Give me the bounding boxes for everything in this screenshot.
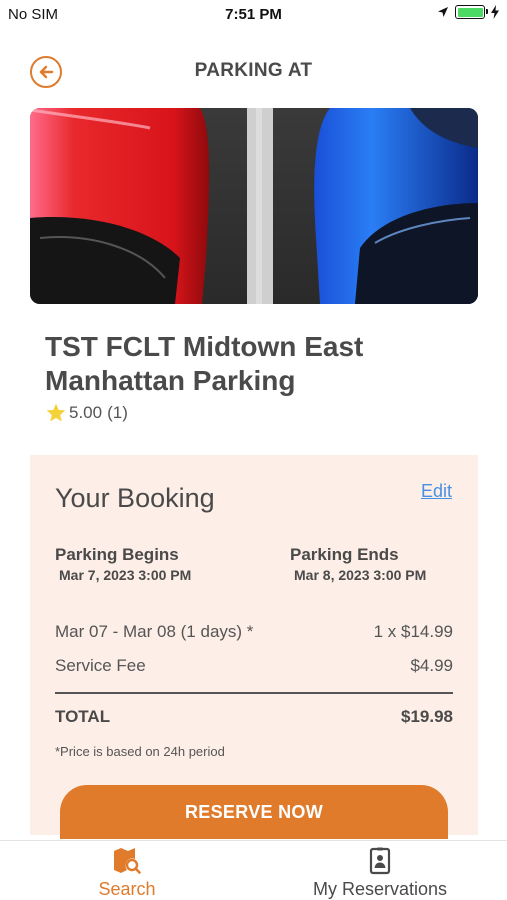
tab-bar: Search My Reservations bbox=[0, 840, 507, 900]
parking-begins-label: Parking Begins bbox=[55, 545, 179, 564]
price-footnote: *Price is based on 24h period bbox=[55, 744, 225, 759]
review-count: (1) bbox=[107, 403, 128, 422]
line-item-service-fee: Service Fee $4.99 bbox=[55, 656, 453, 676]
rating: 5.00 (1) bbox=[45, 402, 128, 424]
clock: 7:51 PM bbox=[225, 6, 282, 23]
divider bbox=[55, 692, 453, 694]
line-item-dates: Mar 07 - Mar 08 (1 days) * 1 x $14.99 bbox=[55, 622, 453, 642]
total-row: TOTAL $19.98 bbox=[55, 707, 453, 727]
booking-title: Your Booking bbox=[55, 483, 215, 513]
total-label: TOTAL bbox=[55, 707, 111, 726]
line-item-amount: $4.99 bbox=[410, 656, 453, 675]
status-bar: No SIM 7:51 PM bbox=[0, 0, 507, 30]
map-search-icon bbox=[114, 848, 141, 874]
line-item-label: Mar 07 - Mar 08 (1 days) * bbox=[55, 622, 254, 641]
total-value: $19.98 bbox=[401, 707, 453, 726]
reservation-badge-icon bbox=[369, 847, 391, 875]
tab-my-reservations[interactable]: My Reservations bbox=[295, 847, 465, 900]
line-item-amount: 1 x $14.99 bbox=[373, 622, 453, 641]
tab-label: My Reservations bbox=[312, 879, 448, 899]
parking-name: TST FCLT Midtown East Manhattan Parking bbox=[45, 331, 364, 396]
rating-value: 5.00 bbox=[69, 403, 103, 422]
nav-header: PARKING AT bbox=[0, 48, 507, 92]
edit-link[interactable]: Edit bbox=[421, 481, 452, 502]
line-item-label: Service Fee bbox=[55, 656, 146, 675]
charging-bolt-icon bbox=[491, 5, 499, 19]
tab-label: Search bbox=[98, 879, 156, 899]
booking-card: Your Booking Edit Parking Begins Mar 7, … bbox=[30, 455, 478, 839]
parking-ends-value: Mar 8, 2023 3:00 PM bbox=[294, 567, 427, 583]
location-arrow-icon bbox=[438, 7, 448, 17]
reserve-now-button[interactable]: RESERVE NOW bbox=[60, 785, 448, 839]
status-icons bbox=[437, 5, 499, 19]
parking-ends-label: Parking Ends bbox=[290, 545, 399, 564]
parking-photo bbox=[30, 108, 478, 304]
page-title: PARKING AT bbox=[194, 60, 313, 81]
battery-icon bbox=[455, 5, 488, 19]
parking-begins-value: Mar 7, 2023 3:00 PM bbox=[59, 567, 192, 583]
star-icon bbox=[46, 403, 66, 422]
tab-search[interactable]: Search bbox=[62, 847, 192, 900]
